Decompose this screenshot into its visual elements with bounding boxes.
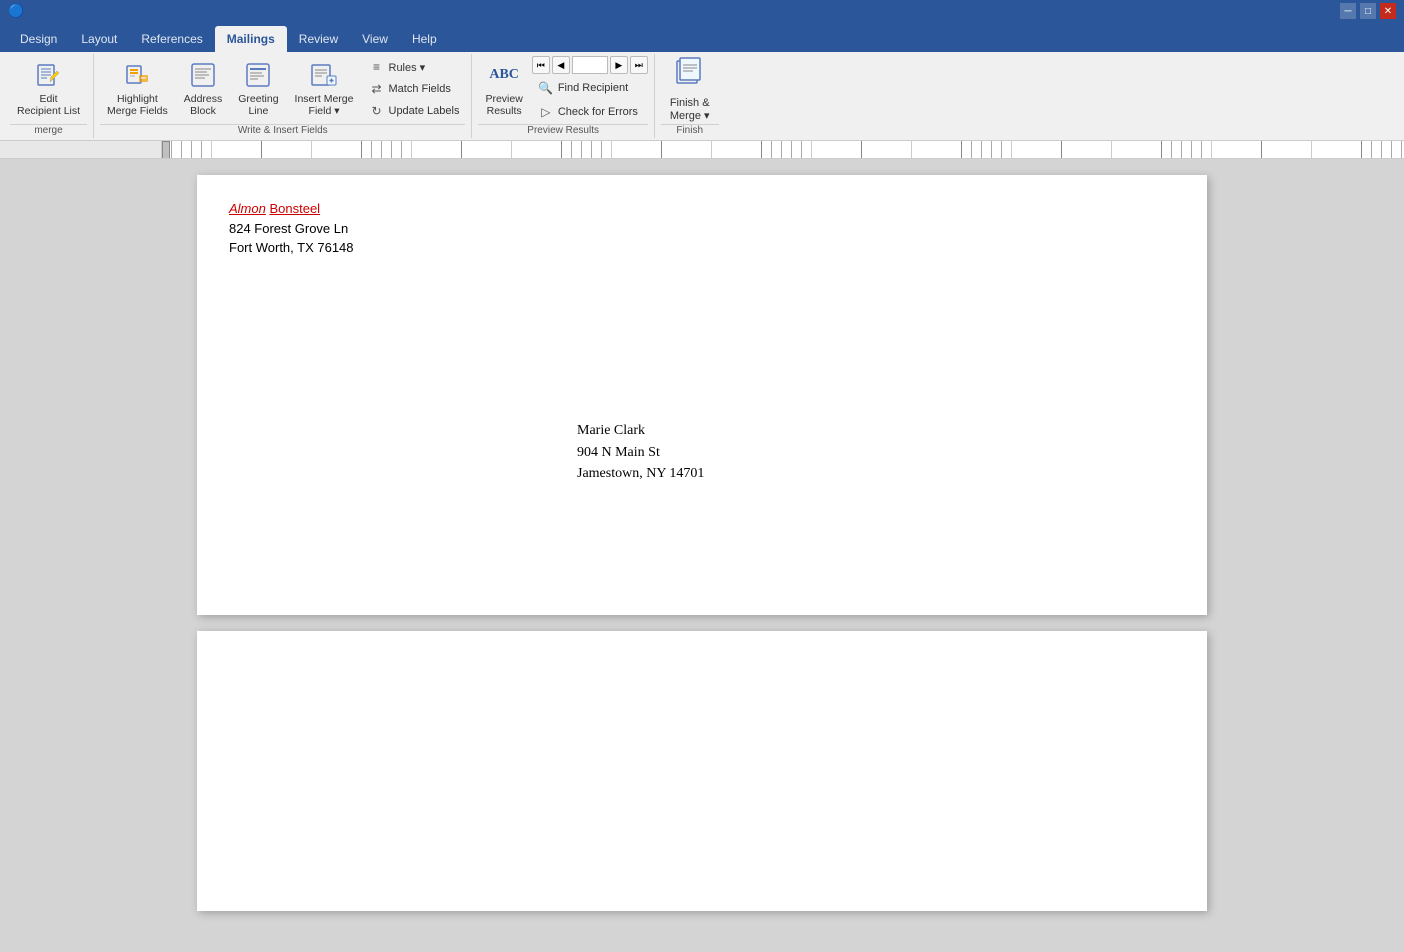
match-fields-label: Match Fields	[389, 83, 451, 95]
group-write-insert: HighlightMerge Fields AddressBlock	[94, 54, 472, 138]
edit-recipient-list-button[interactable]: EditRecipient List	[10, 56, 87, 122]
highlight-merge-fields-button[interactable]: HighlightMerge Fields	[100, 56, 175, 122]
tab-references[interactable]: References	[129, 26, 214, 52]
edit-recipient-label: EditRecipient List	[17, 93, 80, 118]
check-errors-icon: ▷	[538, 104, 554, 120]
update-labels-button[interactable]: ↻ Update Labels	[363, 101, 466, 121]
close-button[interactable]: ✕	[1380, 3, 1396, 19]
group-items: HighlightMerge Fields AddressBlock	[100, 56, 465, 122]
match-fields-icon: ⇄	[369, 81, 385, 97]
window-icon: 🔵	[8, 3, 24, 19]
group-finish: Finish &Merge ▾ Finish	[655, 54, 725, 138]
write-insert-small-col: ≡ Rules ▾ ⇄ Match Fields ↻ Update Labels	[363, 56, 466, 122]
highlight-icon	[121, 60, 153, 91]
group-start-mail-merge: EditRecipient List merge	[4, 54, 94, 138]
ruler	[0, 141, 1404, 159]
finish-merge-button[interactable]: Finish &Merge ▾	[661, 56, 719, 122]
update-labels-icon: ↻	[369, 103, 385, 119]
address-block-button[interactable]: AddressBlock	[177, 56, 230, 122]
find-recipient-label: Find Recipient	[558, 82, 628, 94]
tab-review[interactable]: Review	[287, 26, 350, 52]
rules-button[interactable]: ≡ Rules ▾	[363, 57, 466, 77]
document-page-2	[197, 631, 1207, 911]
return-street: 824 Forest Grove Ln	[229, 219, 354, 239]
preview-results-icon: ABC	[488, 60, 520, 91]
group-label-finish: Finish	[661, 125, 719, 136]
recipient-name: Marie Clark	[577, 420, 704, 442]
update-labels-label: Update Labels	[389, 105, 460, 117]
return-last-name: Bonsteel	[269, 201, 320, 216]
nav-row: ⏮ ◀ ▶ ⏭	[532, 56, 648, 74]
preview-results-button[interactable]: ABC PreviewResults	[478, 56, 529, 122]
window-controls: ─ □ ✕	[1340, 3, 1396, 19]
ribbon-tabs: Design Layout References Mailings Review…	[0, 22, 1404, 52]
insert-merge-field-icon	[308, 60, 340, 91]
check-errors-label: Check for Errors	[558, 106, 638, 118]
recipient-street: 904 N Main St	[577, 442, 704, 464]
greeting-line-icon	[242, 60, 274, 91]
nav-first-button[interactable]: ⏮	[532, 56, 550, 74]
return-name-line: Almon Bonsteel	[229, 199, 354, 219]
group-items: Finish &Merge ▾	[661, 56, 719, 122]
greeting-line-button[interactable]: GreetingLine	[231, 56, 285, 122]
greeting-line-label: GreetingLine	[238, 93, 278, 118]
tab-view[interactable]: View	[350, 26, 400, 52]
group-preview-results: ABC PreviewResults ⏮ ◀ ▶ ⏭ 🔍 Find Recipi…	[472, 54, 654, 138]
edit-recipient-icon	[33, 60, 65, 91]
ruler-scale	[162, 141, 1404, 158]
nav-last-button[interactable]: ⏭	[630, 56, 648, 74]
tab-help[interactable]: Help	[400, 26, 449, 52]
nav-next-button[interactable]: ▶	[610, 56, 628, 74]
address-block-label: AddressBlock	[184, 93, 223, 118]
minimize-button[interactable]: ─	[1340, 3, 1356, 19]
return-address: Almon Bonsteel 824 Forest Grove Ln Fort …	[229, 199, 354, 258]
tab-mailings[interactable]: Mailings	[215, 26, 287, 52]
finish-merge-icon	[674, 56, 706, 95]
return-first-name: Almon	[229, 201, 266, 216]
ribbon: EditRecipient List merge	[0, 52, 1404, 141]
nav-page-input[interactable]	[572, 56, 608, 74]
nav-prev-button[interactable]: ◀	[552, 56, 570, 74]
group-label-preview: Preview Results	[478, 125, 647, 136]
address-block-icon	[187, 60, 219, 91]
insert-merge-field-label: Insert MergeField ▾	[295, 93, 354, 118]
highlight-label: HighlightMerge Fields	[107, 93, 168, 118]
insert-merge-field-button[interactable]: Insert MergeField ▾	[288, 56, 361, 122]
preview-results-label: PreviewResults	[485, 93, 522, 118]
check-for-errors-button[interactable]: ▷ Check for Errors	[532, 102, 648, 122]
group-label-merge: merge	[10, 125, 87, 136]
main-content: Almon Bonsteel 824 Forest Grove Ln Fort …	[0, 159, 1404, 952]
rules-label: Rules ▾	[389, 61, 426, 74]
title-bar: 🔵 ─ □ ✕	[0, 0, 1404, 22]
group-items: ABC PreviewResults ⏮ ◀ ▶ ⏭ 🔍 Find Recipi…	[478, 56, 647, 122]
recipient-csz: Jamestown, NY 14701	[577, 463, 704, 485]
document-page-1: Almon Bonsteel 824 Forest Grove Ln Fort …	[197, 175, 1207, 615]
finish-merge-label: Finish &Merge ▾	[670, 97, 710, 122]
find-recipient-icon: 🔍	[538, 80, 554, 96]
rules-icon: ≡	[369, 59, 385, 75]
tab-layout[interactable]: Layout	[69, 26, 129, 52]
group-items: EditRecipient List	[10, 56, 87, 122]
recipient-address: Marie Clark 904 N Main St Jamestown, NY …	[577, 420, 704, 485]
match-fields-button[interactable]: ⇄ Match Fields	[363, 79, 466, 99]
maximize-button[interactable]: □	[1360, 3, 1376, 19]
tab-design[interactable]: Design	[8, 26, 69, 52]
preview-nav-col: ⏮ ◀ ▶ ⏭ 🔍 Find Recipient ▷ Check for Err…	[532, 56, 648, 122]
group-label-write-insert: Write & Insert Fields	[100, 125, 465, 136]
find-recipient-button[interactable]: 🔍 Find Recipient	[532, 78, 648, 98]
return-csz: Fort Worth, TX 76148	[229, 238, 354, 258]
